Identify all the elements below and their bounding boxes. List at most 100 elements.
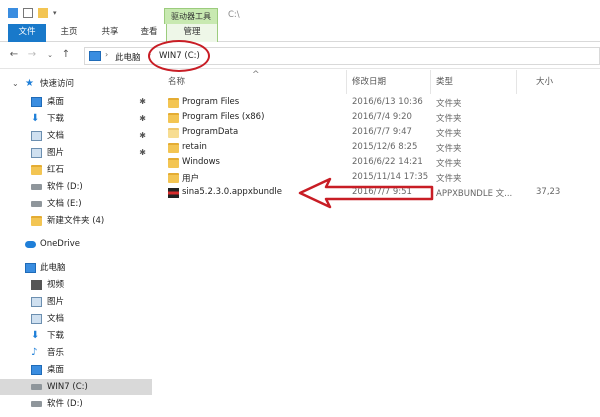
folder-icon: [168, 113, 179, 123]
drive-icon: [31, 401, 42, 407]
column-divider[interactable]: [430, 70, 431, 94]
sidebar-item-label: 快速访问: [40, 79, 75, 89]
column-divider[interactable]: [516, 70, 517, 94]
tab-view[interactable]: 查看: [131, 24, 167, 42]
sidebar-item-label: 文档 (E:): [47, 199, 82, 209]
this-pc-icon: [89, 51, 101, 61]
sidebar-item-downloads[interactable]: ⬇ 下载 ✱: [0, 111, 152, 127]
column-header-name[interactable]: 名称: [168, 75, 185, 87]
breadcrumb-chevron-icon[interactable]: ›: [148, 50, 151, 59]
navigation-bar: ← → ⌄ ↑ › 此电脑 › WIN7 (C:): [0, 43, 600, 69]
breadcrumb-drive-c[interactable]: WIN7 (C:): [159, 51, 200, 61]
sidebar-item-label: 图片: [47, 148, 65, 158]
drive-icon: [31, 201, 42, 207]
sidebar-item-label: 文档: [47, 314, 65, 324]
file-name: 用户: [182, 174, 200, 184]
folder-icon: [31, 165, 42, 175]
file-date: 2015/11/14 17:35: [352, 172, 429, 182]
sidebar-item-drive-e[interactable]: 文档 (E:): [0, 196, 152, 212]
pin-icon[interactable]: ✱: [139, 145, 146, 161]
folder-icon: [168, 143, 179, 153]
sidebar-item-pc-pictures[interactable]: 图片: [0, 294, 152, 310]
sidebar-item-drive-c[interactable]: WIN7 (C:): [0, 379, 152, 395]
navigation-pane: ⌄ ★ 快速访问 桌面 ✱ ⬇ 下载 ✱ 文档 ✱ 图片 ✱ 红石 软件 (D:…: [0, 70, 158, 417]
table-row[interactable]: ProgramData 2016/7/7 9:47 文件夹: [160, 126, 600, 141]
sidebar-item-label: 下载: [47, 114, 65, 124]
tab-home[interactable]: 主页: [51, 24, 87, 42]
sidebar-item-label: 软件 (D:): [47, 399, 83, 409]
sidebar-item-pc-downloads[interactable]: ⬇ 下载: [0, 328, 152, 344]
sidebar-item-label: 此电脑: [40, 263, 66, 273]
sidebar-item-label: 软件 (D:): [47, 182, 83, 192]
file-name: retain: [182, 142, 207, 152]
pin-icon[interactable]: ✱: [139, 128, 146, 144]
file-type: APPXBUNDLE 文...: [436, 189, 513, 199]
tab-file[interactable]: 文件: [8, 24, 46, 42]
file-date: 2016/7/4 9:20: [352, 112, 412, 122]
sidebar-item-pc-desktop[interactable]: 桌面: [0, 362, 152, 378]
folder-icon: [168, 173, 179, 183]
sidebar-item-drive-d[interactable]: 软件 (D:): [0, 179, 152, 195]
pin-icon[interactable]: ✱: [139, 94, 146, 110]
table-row[interactable]: retain 2015/12/6 8:25 文件夹: [160, 141, 600, 156]
sidebar-onedrive[interactable]: OneDrive: [0, 236, 152, 252]
breadcrumb-chevron-icon[interactable]: ›: [105, 50, 108, 59]
sidebar-item-music[interactable]: ♪ 音乐: [0, 345, 152, 361]
forward-arrow-icon[interactable]: →: [26, 49, 38, 61]
sidebar-item-hongshi[interactable]: 红石: [0, 162, 152, 178]
table-row[interactable]: Windows 2016/6/22 14:21 文件夹: [160, 156, 600, 171]
folder-icon: [168, 98, 179, 108]
up-arrow-icon[interactable]: ↑: [60, 49, 72, 61]
package-icon: [168, 188, 179, 198]
properties-icon[interactable]: [23, 8, 33, 18]
file-date: 2016/6/13 10:36: [352, 97, 423, 107]
expand-chevron-icon[interactable]: ⌄: [12, 76, 19, 92]
column-header-modified[interactable]: 修改日期: [352, 75, 386, 87]
music-icon: ♪: [31, 347, 38, 358]
desktop-icon: [31, 365, 42, 375]
sidebar-item-pictures[interactable]: 图片 ✱: [0, 145, 152, 161]
pin-icon[interactable]: ✱: [139, 111, 146, 127]
sidebar-item-pc-documents[interactable]: 文档: [0, 311, 152, 327]
sidebar-item-desktop[interactable]: 桌面 ✱: [0, 94, 152, 110]
sort-ascending-icon: ^: [252, 70, 260, 80]
file-type: 文件夹: [436, 114, 462, 124]
file-name: sina5.2.3.0.appxbundle: [182, 187, 283, 197]
sidebar-quick-access[interactable]: ⌄ ★ 快速访问: [0, 76, 152, 92]
window-title: C:\: [228, 10, 240, 20]
table-row[interactable]: sina5.2.3.0.appxbundle 2016/7/7 9:51 APP…: [160, 186, 600, 201]
onedrive-icon: [25, 241, 36, 248]
recent-dropdown-icon[interactable]: ⌄: [44, 49, 56, 61]
sidebar-item-label: WIN7 (C:): [47, 382, 88, 392]
folder-icon: [168, 158, 179, 168]
address-bar[interactable]: › 此电脑 › WIN7 (C:): [84, 47, 600, 65]
file-name: Windows: [182, 157, 220, 167]
table-row[interactable]: Program Files 2016/6/13 10:36 文件夹: [160, 96, 600, 111]
column-divider[interactable]: [346, 70, 347, 94]
table-row[interactable]: 用户 2015/11/14 17:35 文件夹: [160, 171, 600, 186]
column-header-size[interactable]: 大小: [536, 75, 553, 87]
file-name: Program Files (x86): [182, 112, 265, 122]
table-row[interactable]: Program Files (x86) 2016/7/4 9:20 文件夹: [160, 111, 600, 126]
pictures-icon: [31, 148, 42, 158]
document-icon: [31, 131, 42, 141]
file-size: 37,23: [536, 187, 561, 197]
file-date: 2016/6/22 14:21: [352, 157, 423, 167]
sidebar-item-videos[interactable]: 视频: [0, 277, 152, 293]
column-header-type[interactable]: 类型: [436, 75, 453, 87]
sidebar-this-pc[interactable]: 此电脑: [0, 260, 152, 276]
tab-share[interactable]: 共享: [92, 24, 128, 42]
sidebar-item-new-folder-4[interactable]: 新建文件夹 (4): [0, 213, 152, 229]
sidebar-item-label: 下载: [47, 331, 65, 341]
tab-manage[interactable]: 管理: [166, 24, 218, 42]
new-folder-icon[interactable]: [38, 8, 48, 18]
file-date: 2016/7/7 9:47: [352, 127, 412, 137]
sidebar-item-documents[interactable]: 文档 ✱: [0, 128, 152, 144]
breadcrumb-this-pc[interactable]: 此电脑: [115, 51, 141, 63]
back-arrow-icon[interactable]: ←: [8, 49, 20, 61]
download-icon: ⬇: [31, 330, 40, 341]
document-icon: [31, 314, 42, 324]
file-name: ProgramData: [182, 127, 239, 137]
sidebar-item-pc-drive-d[interactable]: 软件 (D:): [0, 396, 152, 412]
qat-dropdown-icon[interactable]: ▾: [53, 9, 57, 17]
